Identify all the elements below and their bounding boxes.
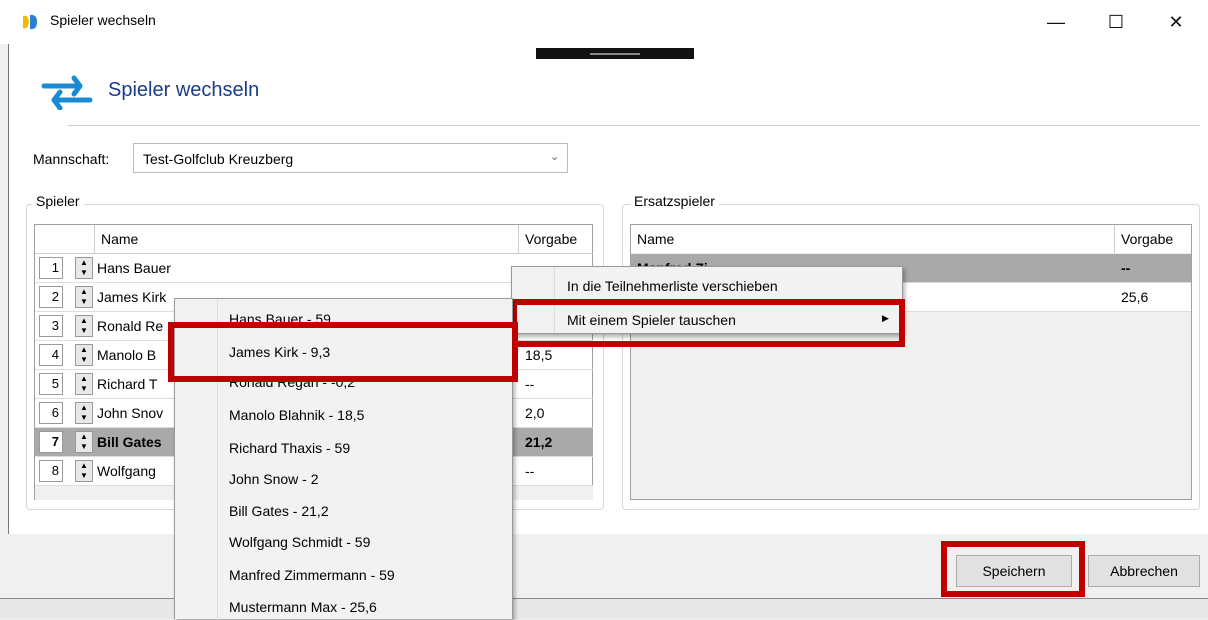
row-number: 7	[39, 431, 63, 453]
player-vorgabe: 21,2	[525, 434, 553, 450]
player-vorgabe: 2,0	[525, 405, 545, 421]
submenu-item[interactable]: John Snow - 2	[229, 471, 319, 487]
maximize-button[interactable]: ☐	[1104, 10, 1128, 34]
menu-item-move-to-participants[interactable]: In die Teilnehmerliste verschieben	[567, 278, 778, 294]
table-row[interactable]: 1 ▲ ▼ Hans Bauer	[35, 254, 593, 283]
row-number: 8	[39, 460, 63, 482]
reorder-spinner-icon[interactable]: ▲ ▼	[75, 460, 93, 482]
swap-arrows-icon	[41, 75, 93, 110]
chevron-down-icon: ⌄	[550, 151, 560, 163]
player-name: Richard T	[97, 376, 158, 392]
row-number: 3	[39, 315, 63, 337]
substitutes-group-title: Ersatzspieler	[630, 193, 719, 209]
window-title: Spieler wechseln	[50, 12, 156, 28]
player-name: John Snov	[97, 405, 164, 421]
app-icon	[23, 14, 37, 30]
close-button[interactable]: ✕	[1164, 10, 1188, 34]
submenu-item[interactable]: Mustermann Max - 25,6	[229, 599, 377, 615]
players-header-name[interactable]: Name	[95, 225, 519, 253]
submenu-item[interactable]: Wolfgang Schmidt - 59	[229, 534, 370, 550]
players-header-vorgabe[interactable]: Vorgabe	[519, 225, 593, 253]
player-name: Bill Gates	[97, 434, 162, 450]
reorder-spinner-icon[interactable]: ▲ ▼	[75, 286, 93, 308]
team-label: Mannschaft:	[33, 151, 110, 167]
row-number: 6	[39, 402, 63, 424]
player-vorgabe: --	[525, 463, 535, 479]
row-number: 2	[39, 286, 63, 308]
row-number: 5	[39, 373, 63, 395]
reorder-spinner-icon[interactable]: ▲ ▼	[75, 402, 93, 424]
swap-highlight-box	[511, 299, 905, 347]
player-vorgabe: --	[525, 376, 535, 392]
header-divider	[68, 125, 1200, 126]
title-bar	[0, 0, 1208, 44]
grip-line	[590, 53, 640, 55]
player-name: Wolfgang	[97, 463, 156, 479]
player-name: Manolo B	[97, 347, 157, 363]
reorder-spinner-icon[interactable]: ▲ ▼	[75, 344, 93, 366]
reorder-spinner-icon[interactable]: ▲ ▼	[75, 257, 93, 279]
player-name: James Kirk	[97, 289, 167, 305]
cancel-button[interactable]: Abbrechen	[1088, 555, 1200, 587]
player-name: Ronald Re	[97, 318, 164, 334]
save-highlight-box	[941, 541, 1085, 597]
reorder-spinner-icon[interactable]: ▲ ▼	[75, 431, 93, 453]
player-name: Hans Bauer	[97, 260, 171, 276]
substitutes-header-vorgabe[interactable]: Vorgabe	[1115, 225, 1191, 253]
players-group-title: Spieler	[32, 193, 84, 209]
submenu-item[interactable]: Manolo Blahnik - 18,5	[229, 407, 364, 423]
minimize-button[interactable]: —	[1044, 10, 1068, 34]
page-title: Spieler wechseln	[108, 79, 260, 101]
reorder-spinner-icon[interactable]: ▲ ▼	[75, 373, 93, 395]
reorder-spinner-icon[interactable]: ▲ ▼	[75, 315, 93, 337]
submenu-item[interactable]: Bill Gates - 21,2	[229, 503, 329, 519]
substitutes-header-name[interactable]: Name	[631, 225, 1115, 253]
substitute-vorgabe: 25,6	[1121, 289, 1149, 305]
row-number: 1	[39, 257, 63, 279]
row-number: 4	[39, 344, 63, 366]
substitute-vorgabe: --	[1121, 260, 1131, 276]
team-select[interactable]: Test-Golfclub Kreuzberg	[133, 143, 568, 173]
submenu-item[interactable]: Richard Thaxis - 59	[229, 440, 350, 456]
james-kirk-highlight-box	[168, 322, 518, 382]
players-header-spacer	[35, 225, 95, 253]
submenu-item[interactable]: Manfred Zimmermann - 59	[229, 567, 395, 583]
